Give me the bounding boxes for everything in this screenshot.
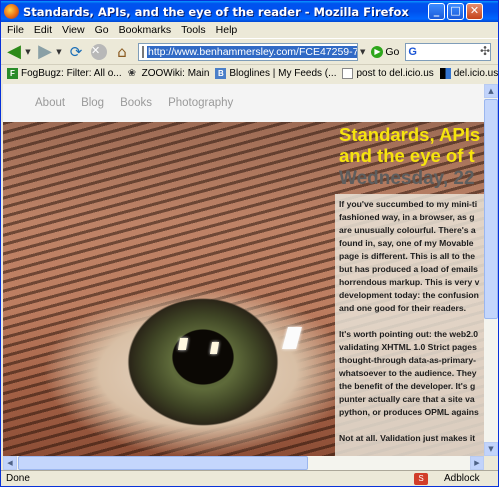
- bookmark-label: ZOOWiki: Main: [141, 68, 210, 79]
- scroll-down-arrow-icon[interactable]: ▼: [484, 442, 498, 456]
- bookmark-label: Bloglines | My Feeds (...: [229, 68, 337, 79]
- text-line: whatsoever to the audience. They: [339, 368, 477, 378]
- page-content: About Blog Books Photography Standards, …: [3, 84, 484, 456]
- text-line: Not at all. Validation just makes it: [339, 433, 476, 443]
- text-line: punter actually care that a site va: [339, 394, 475, 404]
- text-line: thought-through data-as-primary-: [339, 355, 477, 365]
- bookmarks-toolbar: F FogBugz: Filter: All o... ❀ ZOOWiki: M…: [1, 64, 498, 82]
- bookmark-label: FogBugz: Filter: All o...: [21, 68, 122, 79]
- page-favicon-icon: [142, 45, 144, 58]
- article-paragraph: If you've succumbed to my mini-ti fashio…: [339, 198, 484, 315]
- horizontal-scrollbar[interactable]: ◀ ▶: [3, 456, 484, 470]
- menu-tools[interactable]: Tools: [176, 24, 211, 36]
- forward-history-dropdown-icon[interactable]: ▼: [55, 42, 63, 62]
- delicious-icon: [439, 68, 451, 79]
- google-search-icon[interactable]: G: [408, 46, 417, 58]
- text-line: the benefit of the developer. It's g: [339, 381, 476, 391]
- home-icon[interactable]: ⌂: [112, 42, 132, 62]
- text-line: validating XHTML 1.0 Strict pages: [339, 342, 477, 352]
- go-button[interactable]: Go: [385, 46, 399, 58]
- noscript-icon[interactable]: S: [414, 472, 428, 485]
- bookmark-delicious-xurble[interactable]: del.icio.us/xurble: [439, 68, 498, 79]
- menu-file[interactable]: File: [1, 24, 29, 36]
- bookmark-bloglines[interactable]: B Bloglines | My Feeds (...: [215, 68, 336, 79]
- scroll-right-arrow-icon[interactable]: ▶: [470, 456, 484, 470]
- text-line: found in, say, one of my Movable: [339, 238, 474, 248]
- menu-help[interactable]: Help: [211, 24, 243, 36]
- eye-highlight: [282, 327, 302, 349]
- activity-throbber-icon: ✣: [479, 44, 491, 58]
- bookmark-fogbugz[interactable]: F FogBugz: Filter: All o...: [7, 68, 122, 79]
- eye-highlight: [209, 342, 220, 354]
- text-line: page is different. This is all to the: [339, 251, 476, 261]
- vertical-scrollbar[interactable]: ▲ ▼: [484, 84, 498, 456]
- menu-go[interactable]: Go: [90, 24, 114, 36]
- status-bar: Done S Adblock: [1, 470, 498, 486]
- horizontal-scroll-thumb[interactable]: [18, 456, 308, 470]
- article-title-line: Standards, APIs: [339, 124, 481, 145]
- stop-button[interactable]: ✕: [89, 42, 109, 62]
- paw-icon: ❀: [127, 68, 136, 79]
- menu-bar: File Edit View Go Bookmarks Tools Help: [1, 22, 498, 38]
- bookmark-label: del.icio.us/xurble: [453, 68, 498, 79]
- forward-arrow-icon[interactable]: ▶: [35, 41, 55, 62]
- scroll-left-arrow-icon[interactable]: ◀: [3, 456, 17, 470]
- text-line: and one good for their readers.: [339, 303, 467, 313]
- bookmark-post-delicious[interactable]: post to del.icio.us: [342, 68, 434, 79]
- fogbugz-icon: F: [7, 68, 18, 79]
- scrollbar-corner: [484, 456, 498, 470]
- text-line: If you've succumbed to my mini-ti: [339, 199, 478, 209]
- status-text: Done: [6, 473, 30, 484]
- vertical-scroll-thumb[interactable]: [484, 99, 498, 319]
- maximize-button[interactable]: □: [447, 3, 464, 20]
- browser-window: Standards, APIs, and the eye of the read…: [0, 0, 499, 487]
- back-history-dropdown-icon[interactable]: ▼: [24, 42, 32, 62]
- article-title-line: and the eye of t: [339, 145, 475, 166]
- site-navigation: About Blog Books Photography: [3, 84, 484, 122]
- bookmark-label: post to del.icio.us: [356, 68, 434, 79]
- window-title: Standards, APIs, and the eye of the read…: [23, 4, 409, 19]
- article-paragraph: Not at all. Validation just makes it: [339, 432, 484, 445]
- text-line: python, or produces OPML agains: [339, 407, 479, 417]
- scroll-up-arrow-icon[interactable]: ▲: [484, 84, 498, 98]
- close-button[interactable]: ✕: [466, 3, 483, 20]
- url-input[interactable]: http://www.benhammersley.com/FCE47259-78…: [138, 42, 358, 61]
- nav-link-books[interactable]: Books: [120, 97, 152, 109]
- nav-link-blog[interactable]: Blog: [81, 97, 104, 109]
- bookmark-zoowiki[interactable]: ❀ ZOOWiki: Main: [128, 68, 210, 79]
- go-arrow-icon[interactable]: ▶: [371, 45, 384, 58]
- menu-view[interactable]: View: [57, 24, 90, 36]
- navigation-toolbar: ◀ ▼ ▶ ▼ ⟳ ✕ ⌂ http://www.benhammersley.c…: [1, 38, 498, 64]
- page-icon: [342, 68, 354, 79]
- url-history-dropdown-icon[interactable]: ▼: [360, 48, 365, 56]
- back-arrow-icon[interactable]: ◀: [4, 41, 24, 62]
- url-text: http://www.benhammersley.com/FCE47259-78…: [147, 45, 357, 58]
- nav-link-about[interactable]: About: [35, 97, 65, 109]
- reload-icon[interactable]: ⟳: [66, 42, 86, 62]
- firefox-logo-icon: [4, 4, 19, 19]
- article-body: If you've succumbed to my mini-ti fashio…: [335, 194, 484, 456]
- text-line: fashioned way, in a browser, as g: [339, 212, 475, 222]
- stop-icon: ✕: [91, 43, 107, 60]
- text-line: are unusually colourful. There's a: [339, 225, 476, 235]
- adblock-status[interactable]: Adblock: [444, 473, 480, 484]
- text-line: horrendous markup. This is very v: [339, 277, 480, 287]
- menu-bookmarks[interactable]: Bookmarks: [114, 24, 177, 36]
- menu-edit[interactable]: Edit: [29, 24, 57, 36]
- text-line: but has produced a load of emails: [339, 264, 478, 274]
- article-date: Wednesday, 22: [339, 168, 475, 189]
- text-line: development today: the confusion: [339, 290, 479, 300]
- nav-link-photography[interactable]: Photography: [168, 97, 233, 109]
- text-line: It's worth pointing out: the web2.0: [339, 329, 479, 339]
- article-title: Standards, APIs and the eye of t: [339, 124, 484, 166]
- article-paragraph: It's worth pointing out: the web2.0 vali…: [339, 328, 484, 419]
- bloglines-icon: B: [215, 68, 227, 79]
- eye-highlight: [177, 338, 189, 350]
- minimize-button[interactable]: _: [428, 3, 445, 20]
- title-bar[interactable]: Standards, APIs, and the eye of the read…: [1, 1, 498, 22]
